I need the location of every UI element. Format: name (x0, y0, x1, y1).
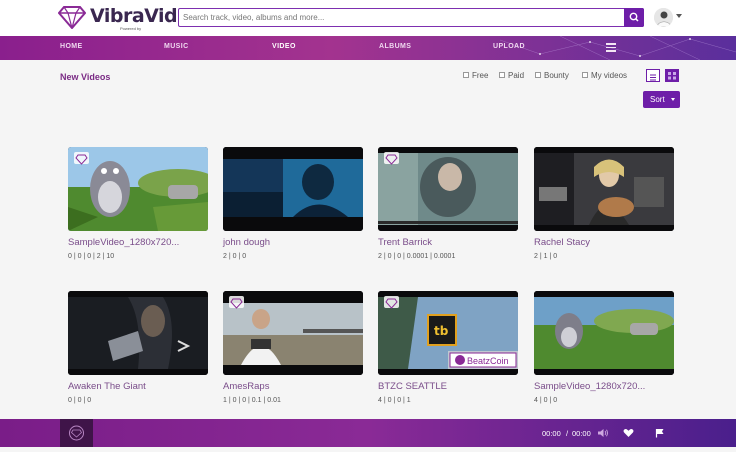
nav-upload[interactable]: UPLOAD (493, 43, 525, 50)
checkbox[interactable] (463, 72, 469, 78)
video-title[interactable]: BTZC SEATTLE (378, 381, 528, 392)
video-thumbnail[interactable] (378, 147, 518, 231)
video-stats: 0 | 0 | 0 | 2 | 10 (68, 251, 218, 262)
filter-bounty[interactable]: Bounty (535, 71, 569, 80)
nav-music[interactable]: MUSIC (164, 43, 189, 50)
user-photo-icon (654, 8, 673, 27)
video-stats: 2 | 0 | 0 | 0.0001 | 0.0001 (378, 251, 528, 262)
checkbox[interactable] (499, 72, 505, 78)
diamond-badge-icon (74, 152, 89, 164)
main-nav: HOME MUSIC VIDEO ALBUMS UPLOAD (0, 36, 736, 60)
diamond-badge-icon (229, 296, 244, 308)
search-button[interactable] (624, 8, 644, 27)
diamond-badge-icon (384, 296, 399, 308)
flag-icon[interactable] (655, 428, 665, 438)
caret-down-icon (671, 98, 675, 101)
video-title[interactable]: Rachel Stacy (534, 237, 684, 248)
list-icon (647, 72, 659, 83)
menu-icon[interactable] (606, 42, 616, 52)
video-thumbnail[interactable] (534, 291, 674, 375)
nav-video[interactable]: VIDEO (272, 43, 296, 50)
video-title[interactable]: john dough (223, 237, 373, 248)
video-title[interactable]: Trent Barrick (378, 237, 528, 248)
grid-view-button[interactable] (665, 69, 679, 82)
video-title[interactable]: SampleVideo_1280x720... (68, 237, 218, 248)
network-pattern-decoration (500, 36, 736, 60)
duration: 00:00 (572, 429, 591, 438)
video-title[interactable]: SampleVideo_1280x720... (534, 381, 684, 392)
chevron-down-icon[interactable] (676, 14, 682, 18)
diamond-logo-icon (60, 419, 93, 447)
video-stats: 4 | 0 | 0 | 1 (378, 395, 528, 406)
video-title[interactable]: Awaken The Giant (68, 381, 218, 392)
filter-my-videos[interactable]: My videos (582, 71, 627, 80)
checkbox[interactable] (535, 72, 541, 78)
volume-icon[interactable] (597, 428, 609, 438)
video-thumbnail[interactable] (223, 291, 363, 375)
video-thumbnail[interactable] (68, 147, 208, 231)
player-artwork[interactable] (60, 419, 93, 447)
logo[interactable]: VibraVid Powered by (58, 4, 170, 32)
nav-albums[interactable]: ALBUMS (379, 43, 411, 50)
filter-free[interactable]: Free (463, 71, 488, 80)
search-icon (624, 8, 644, 27)
search-input[interactable] (183, 10, 621, 25)
sort-button[interactable]: Sort (643, 91, 680, 108)
current-time: 00:00 (542, 429, 561, 438)
logo-subtitle: Powered by (120, 26, 141, 31)
video-stats: 2 | 0 | 0 (223, 251, 373, 262)
filter-paid[interactable]: Paid (499, 71, 524, 80)
search-box (178, 8, 644, 27)
logo-text: VibraVid (90, 5, 177, 27)
video-thumbnail[interactable]: tb BeatzCoin (378, 291, 518, 375)
heart-icon[interactable] (623, 428, 634, 438)
video-thumbnail[interactable] (534, 147, 674, 231)
video-title[interactable]: AmesRaps (223, 381, 373, 392)
nav-home[interactable]: HOME (60, 43, 83, 50)
avatar[interactable] (654, 8, 673, 27)
beatzcoin-sign-text: BeatzCoin (467, 356, 509, 366)
video-stats: 2 | 1 | 0 (534, 251, 684, 262)
svg-text:tb: tb (434, 324, 449, 338)
grid-icon (665, 69, 679, 82)
time-separator: / (566, 429, 568, 438)
top-bar: VibraVid Powered by (0, 0, 736, 36)
section-title: New Videos (60, 72, 110, 82)
video-stats: 0 | 0 | 0 (68, 395, 218, 406)
video-stats: 1 | 0 | 0 | 0.1 | 0.01 (223, 395, 373, 406)
video-stats: 4 | 0 | 0 (534, 395, 684, 406)
list-view-button[interactable] (646, 69, 660, 82)
checkbox[interactable] (582, 72, 588, 78)
video-thumbnail[interactable] (68, 291, 208, 375)
diamond-logo-icon (58, 5, 86, 29)
video-thumbnail[interactable] (223, 147, 363, 231)
audio-player-bar: 00:00 / 00:00 (0, 419, 736, 447)
diamond-badge-icon (384, 152, 399, 164)
